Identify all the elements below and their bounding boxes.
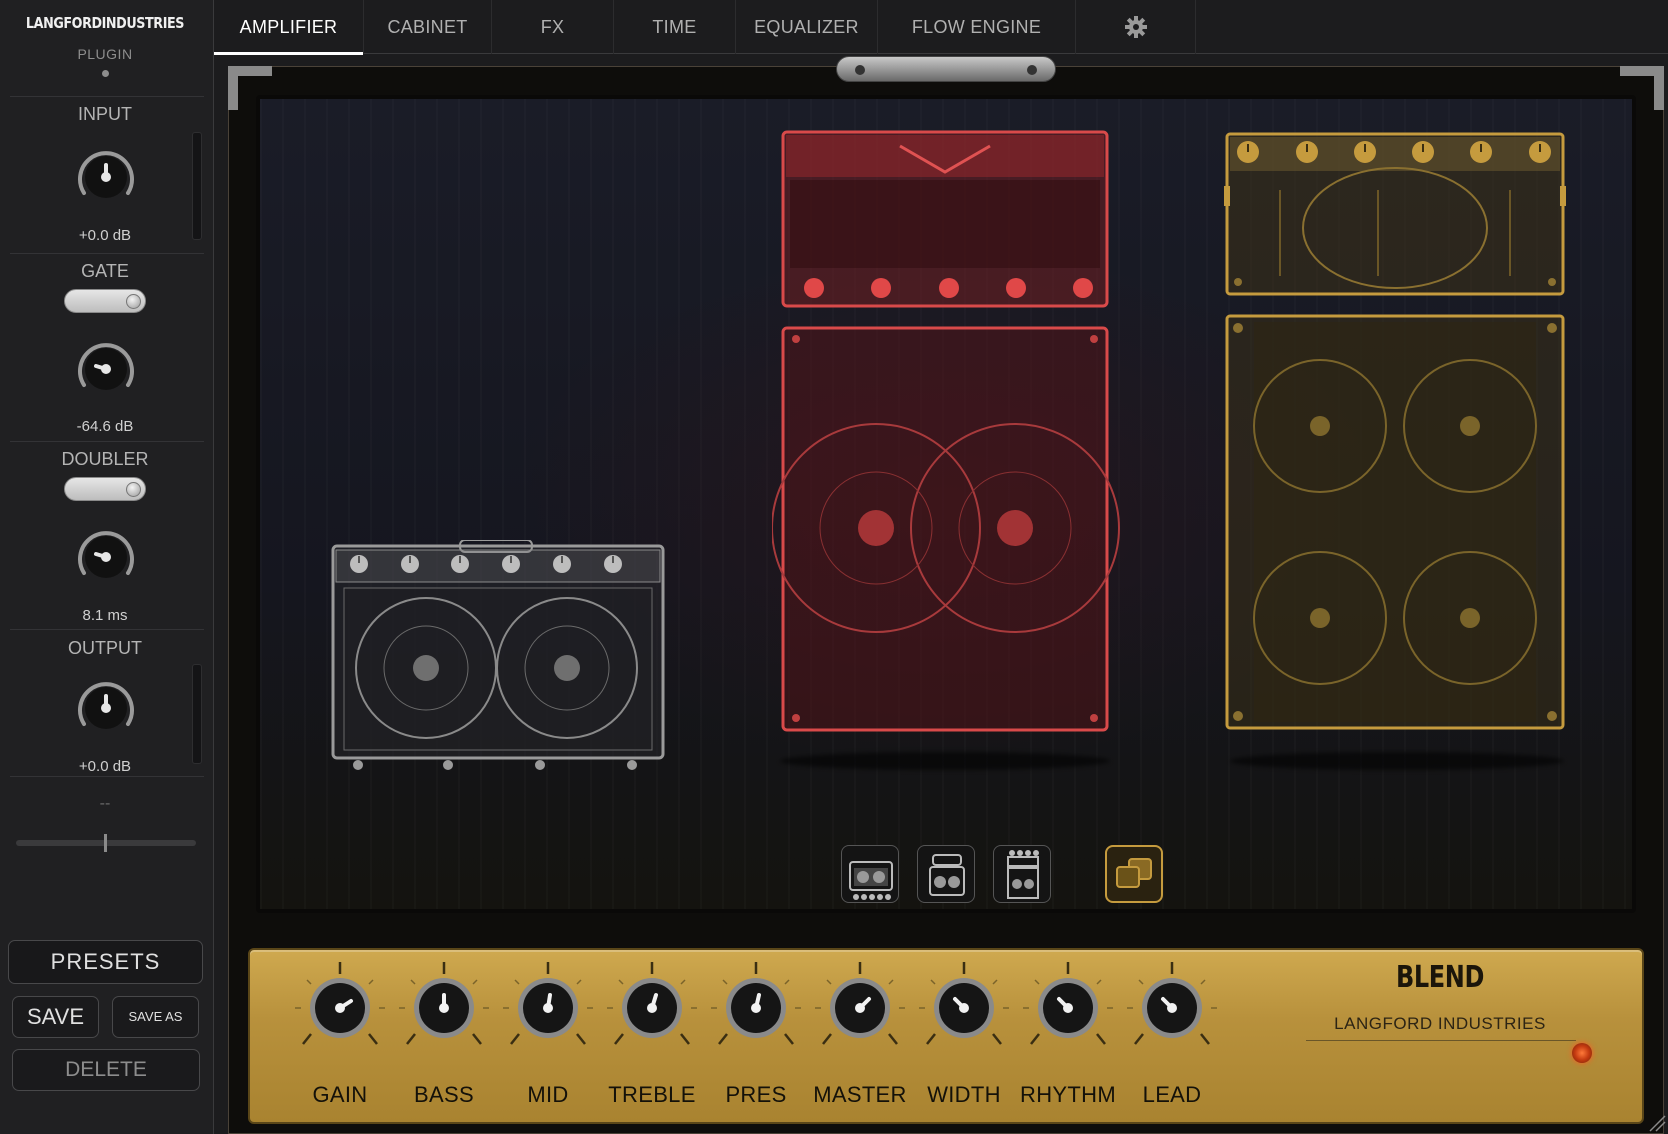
amp-select-combo-icon <box>849 861 893 900</box>
delete-button[interactable]: DELETE <box>12 1049 200 1091</box>
tab-bar: AMPLIFIER CABINET FX TIME EQUALIZER FLOW… <box>214 0 1668 55</box>
handle-pin <box>855 65 865 75</box>
amp-select-combo-button[interactable] <box>841 845 899 903</box>
preset-name: -- <box>99 795 111 812</box>
lead-label: LEAD <box>1142 1082 1202 1107</box>
presence-knob[interactable] <box>701 952 811 1062</box>
blend-mode-icon <box>1116 858 1152 888</box>
brand-logo: LANGFORDINDUSTRIES <box>25 14 185 32</box>
rhythm-knob[interactable] <box>1013 952 1123 1062</box>
amp-shadow <box>780 752 1110 770</box>
divider <box>1306 1040 1576 1041</box>
tab-cabinet[interactable]: CABINET <box>364 0 492 54</box>
gain-label: GAIN <box>312 1082 368 1107</box>
input-value: +0.0 dB <box>78 227 132 244</box>
settings-tab[interactable] <box>1076 0 1196 54</box>
lead-knob[interactable] <box>1117 952 1227 1062</box>
divider <box>10 629 204 630</box>
master-knob[interactable] <box>805 952 915 1062</box>
presets-button[interactable]: PRESETS <box>8 940 203 984</box>
width-knob[interactable] <box>909 952 1019 1062</box>
gate-label: GATE <box>81 261 129 281</box>
amp-model-title: BLEND <box>1396 960 1484 995</box>
width-label: WIDTH <box>927 1082 1001 1107</box>
mix-slider-thumb[interactable] <box>104 834 107 852</box>
save-as-button[interactable]: SAVE AS <box>112 996 199 1038</box>
amp-stack-gold[interactable] <box>1224 130 1568 736</box>
amp-combo-clean[interactable] <box>330 540 666 774</box>
amp-select-stack-icon <box>1007 850 1039 899</box>
gate-toggle[interactable] <box>64 289 146 313</box>
doubler-knob[interactable] <box>74 525 138 589</box>
tab-equalizer[interactable]: EQUALIZER <box>736 0 878 54</box>
output-value: +0.0 dB <box>78 758 132 775</box>
output-meter <box>192 664 202 764</box>
save-button[interactable]: SAVE <box>12 996 99 1038</box>
handle-pin <box>1027 65 1037 75</box>
blend-mode-button[interactable] <box>1105 845 1163 903</box>
power-led <box>1572 1043 1592 1063</box>
resize-grip-icon[interactable] <box>1646 1112 1666 1132</box>
input-meter <box>192 132 202 240</box>
doubler-label: DOUBLER <box>61 449 149 469</box>
divider <box>10 441 204 442</box>
input-knob[interactable] <box>74 145 138 209</box>
brand-subtitle: PLUGIN <box>77 46 133 62</box>
gate-knob[interactable] <box>74 337 138 401</box>
settings-gear-icon <box>1125 16 1147 38</box>
sidebar: LANGFORDINDUSTRIES PLUGIN INPUT +0.0 dB … <box>0 0 214 1134</box>
frame-handle <box>836 56 1056 82</box>
tab-fx[interactable]: FX <box>492 0 614 54</box>
toggle-thumb <box>126 294 141 309</box>
tab-flow-engine[interactable]: FLOW ENGINE <box>878 0 1076 54</box>
bass-label: BASS <box>414 1082 474 1107</box>
output-label: OUTPUT <box>68 638 142 658</box>
amp-stack-red[interactable] <box>772 128 1122 734</box>
divider <box>10 253 204 254</box>
amp-select-clean-button[interactable] <box>917 845 975 903</box>
input-label: INPUT <box>78 104 132 124</box>
divider <box>10 776 204 777</box>
master-label: MASTER <box>813 1082 907 1107</box>
plugin-window: LANGFORDINDUSTRIES PLUGIN INPUT +0.0 dB … <box>0 0 1668 1134</box>
amp-model-maker: LANGFORD INDUSTRIES <box>1334 1014 1546 1033</box>
toggle-thumb <box>126 482 141 497</box>
output-knob[interactable] <box>74 676 138 740</box>
treble-label: TREBLE <box>608 1082 696 1107</box>
gain-knob[interactable] <box>285 952 395 1062</box>
treble-knob[interactable] <box>597 952 707 1062</box>
status-dot <box>102 70 109 77</box>
doubler-value: 8.1 ms <box>82 607 128 624</box>
gate-value: -64.6 dB <box>76 418 134 435</box>
tab-amplifier[interactable]: AMPLIFIER <box>214 0 364 55</box>
divider <box>10 96 204 97</box>
bass-knob[interactable] <box>389 952 499 1062</box>
tab-time[interactable]: TIME <box>614 0 736 54</box>
doubler-toggle[interactable] <box>64 477 146 501</box>
mid-knob[interactable] <box>493 952 603 1062</box>
amp-select-clean-icon <box>929 854 965 896</box>
amp-shadow <box>1230 752 1564 770</box>
amp-select-stack-button[interactable] <box>993 845 1051 903</box>
rhythm-label: RHYTHM <box>1020 1082 1116 1107</box>
presence-label: PRES <box>725 1082 787 1107</box>
mid-label: MID <box>527 1082 569 1107</box>
